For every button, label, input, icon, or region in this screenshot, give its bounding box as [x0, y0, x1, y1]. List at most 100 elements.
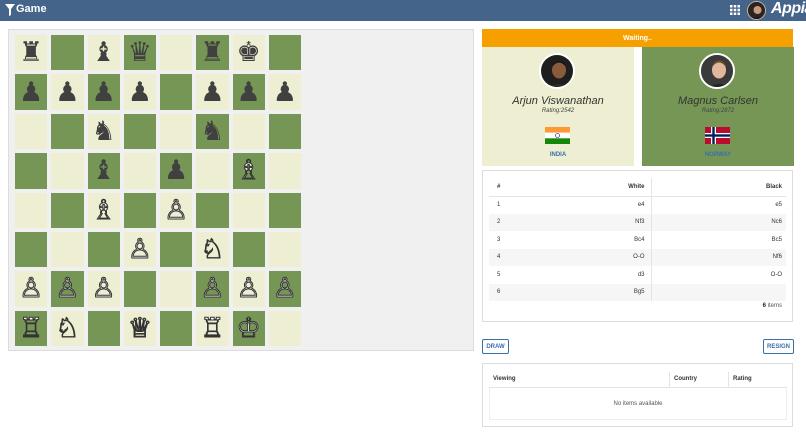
white-bishop-icon[interactable]: ♗	[91, 196, 116, 224]
white-knight-icon[interactable]: ♘	[200, 236, 225, 264]
col-header-black[interactable]: Black	[651, 178, 786, 197]
square-h5[interactable]	[268, 153, 301, 189]
draw-button[interactable]: DRAW	[482, 339, 509, 354]
square-b4[interactable]	[51, 192, 84, 228]
filter-icon[interactable]	[5, 4, 15, 16]
black-pawn-icon[interactable]: ♟	[237, 79, 261, 106]
white-pawn-icon[interactable]: ♙	[55, 275, 80, 303]
square-h2[interactable]: ♙	[268, 271, 301, 307]
square-e3[interactable]	[160, 231, 193, 268]
square-d7[interactable]: ♟	[123, 74, 156, 110]
square-d5[interactable]	[123, 153, 156, 189]
square-b1[interactable]: ♘	[51, 310, 84, 346]
square-g8[interactable]: ♚	[232, 35, 265, 71]
square-g3[interactable]	[232, 231, 265, 268]
square-g6[interactable]	[232, 113, 265, 150]
square-c7[interactable]: ♟	[87, 74, 120, 110]
black-bishop-icon[interactable]: ♝	[92, 157, 116, 184]
black-king-icon[interactable]: ♚	[237, 39, 261, 66]
col-header-white[interactable]: White	[507, 178, 652, 197]
square-h3[interactable]	[268, 231, 301, 268]
square-a2[interactable]: ♙	[15, 271, 48, 307]
white-queen-icon[interactable]: ♕	[127, 314, 152, 342]
square-f1[interactable]: ♖	[196, 310, 229, 346]
white-pawn-icon[interactable]: ♙	[127, 236, 152, 264]
square-f5[interactable]	[196, 153, 229, 189]
square-b2[interactable]: ♙	[51, 271, 84, 307]
square-f6[interactable]: ♞	[196, 113, 229, 150]
white-bishop-icon[interactable]: ♗	[236, 157, 261, 185]
white-pawn-icon[interactable]: ♙	[200, 275, 225, 303]
square-b7[interactable]: ♟	[51, 74, 84, 110]
square-e6[interactable]	[160, 113, 193, 150]
square-a3[interactable]	[15, 231, 48, 268]
square-e7[interactable]	[160, 74, 193, 110]
square-g7[interactable]: ♟	[232, 74, 265, 110]
black-pawn-icon[interactable]: ♟	[92, 79, 116, 106]
user-avatar[interactable]	[747, 1, 766, 20]
square-d8[interactable]: ♛	[123, 35, 156, 71]
white-knight-icon[interactable]: ♘	[55, 314, 80, 342]
col-header-num[interactable]: #	[489, 178, 507, 197]
square-a8[interactable]: ♜	[15, 35, 48, 71]
black-knight-icon[interactable]: ♞	[200, 118, 224, 145]
black-knight-icon[interactable]: ♞	[92, 118, 116, 145]
white-rook-icon[interactable]: ♖	[200, 314, 225, 342]
square-b5[interactable]	[51, 153, 84, 189]
square-e4[interactable]: ♙	[160, 192, 193, 228]
resign-button[interactable]: RESIGN	[763, 339, 794, 354]
square-g5[interactable]: ♗	[232, 153, 265, 189]
square-d3[interactable]: ♙	[123, 231, 156, 268]
square-c6[interactable]: ♞	[87, 113, 120, 150]
square-f8[interactable]: ♜	[196, 35, 229, 71]
square-a7[interactable]: ♟	[15, 74, 48, 110]
black-bishop-icon[interactable]: ♝	[92, 39, 116, 66]
square-b8[interactable]	[51, 35, 84, 71]
square-f7[interactable]: ♟	[196, 74, 229, 110]
white-pawn-icon[interactable]: ♙	[164, 196, 189, 224]
square-g1[interactable]: ♔	[232, 310, 265, 346]
square-e2[interactable]	[160, 271, 193, 307]
square-f3[interactable]: ♘	[196, 231, 229, 268]
square-c3[interactable]	[87, 231, 120, 268]
square-e8[interactable]	[160, 35, 193, 71]
square-a1[interactable]: ♖	[15, 310, 48, 346]
square-g4[interactable]	[232, 192, 265, 228]
black-pawn-icon[interactable]: ♟	[19, 79, 43, 106]
black-pawn-icon[interactable]: ♟	[128, 79, 152, 106]
square-c8[interactable]: ♝	[87, 35, 120, 71]
white-pawn-icon[interactable]: ♙	[91, 275, 116, 303]
black-pawn-icon[interactable]: ♟	[273, 79, 297, 106]
square-a5[interactable]	[15, 153, 48, 189]
square-c2[interactable]: ♙	[87, 271, 120, 307]
col-header-viewing[interactable]: Viewing	[493, 376, 516, 382]
square-d2[interactable]	[123, 271, 156, 307]
square-h6[interactable]	[268, 113, 301, 150]
app-grid-icon[interactable]	[730, 5, 740, 15]
square-c5[interactable]: ♝	[87, 153, 120, 189]
square-c4[interactable]: ♗	[87, 192, 120, 228]
white-pawn-icon[interactable]: ♙	[19, 275, 44, 303]
square-g2[interactable]: ♙	[232, 271, 265, 307]
square-d1[interactable]: ♕	[123, 310, 156, 346]
black-rook-icon[interactable]: ♜	[19, 39, 43, 66]
square-h7[interactable]: ♟	[268, 74, 301, 110]
black-pawn-icon[interactable]: ♟	[55, 79, 79, 106]
square-d4[interactable]	[123, 192, 156, 228]
square-h4[interactable]	[268, 192, 301, 228]
square-e1[interactable]	[160, 310, 193, 346]
square-d6[interactable]	[123, 113, 156, 150]
col-header-country[interactable]: Country	[674, 376, 697, 382]
square-f4[interactable]	[196, 192, 229, 228]
black-pawn-icon[interactable]: ♟	[164, 157, 188, 184]
white-rook-icon[interactable]: ♖	[19, 314, 44, 342]
black-queen-icon[interactable]: ♛	[128, 39, 152, 66]
square-h8[interactable]	[268, 35, 301, 71]
white-king-icon[interactable]: ♔	[236, 314, 261, 342]
square-a6[interactable]	[15, 113, 48, 150]
black-pawn-icon[interactable]: ♟	[200, 79, 224, 106]
col-header-rating[interactable]: Rating	[733, 376, 752, 382]
square-f2[interactable]: ♙	[196, 271, 229, 307]
square-b6[interactable]	[51, 113, 84, 150]
white-pawn-icon[interactable]: ♙	[272, 275, 297, 303]
